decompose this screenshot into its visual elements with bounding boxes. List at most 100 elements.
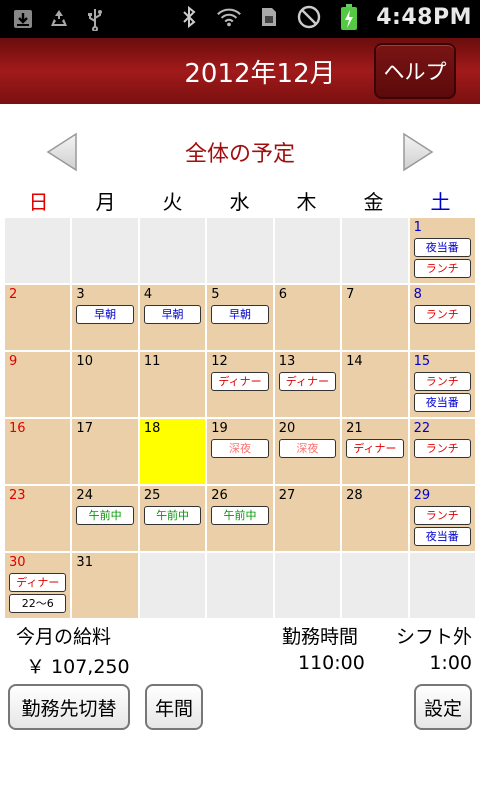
download-icon [10,6,36,32]
shift-badge: ランチ [413,372,471,391]
calendar-empty-cell [409,553,475,618]
day-number: 27 [278,488,296,503]
off-shift-label: シフト外 [395,626,472,648]
day-number: 13 [278,354,296,369]
calendar-day-cell[interactable]: 2 [5,285,71,350]
calendar-day-cell[interactable]: 23 [5,486,71,551]
day-number: 7 [346,287,355,302]
shift-badge: ランチ [413,259,471,278]
salary-value: ￥ 107,250 [26,656,130,678]
calendar-day-cell[interactable]: 5 早朝 [207,285,273,350]
calendar-day-cell[interactable]: 8 ランチ [409,285,475,350]
day-number: 10 [76,354,93,369]
weekday-thu: 木 [296,190,317,214]
day-number: 20 [278,421,296,436]
calendar-day-cell[interactable]: 3 早朝 [72,285,138,350]
calendar-day-cell[interactable]: 18 [139,419,206,484]
day-number: 8 [413,287,422,302]
calendar-empty-cell [207,553,273,618]
switch-workplace-button[interactable]: 勤務先切替 [8,684,130,730]
calendar-day-cell[interactable]: 16 [5,419,71,484]
day-number: 28 [346,488,363,503]
calendar-day-cell[interactable]: 11 [139,352,206,417]
day-number: 4 [143,287,153,302]
day-number: 15 [413,354,431,369]
calendar-day-cell[interactable]: 6 [274,285,341,350]
day-number: 23 [9,488,26,503]
day-number: 24 [76,488,93,503]
calendar-empty-cell [342,553,408,618]
calendar-day-cell[interactable]: 4 早朝 [139,285,206,350]
shift-badge: ランチ [413,439,471,458]
day-number: 19 [211,421,228,436]
calendar-day-cell[interactable]: 7 [342,285,408,350]
work-hours-value: 110:00 [298,652,365,674]
day-number: 12 [211,354,228,369]
shift-badge: ディナー [278,372,337,391]
shift-badge: 深夜 [278,439,337,458]
shift-badge: 22～6 [9,594,67,613]
day-number: 31 [76,555,93,570]
shift-badge: 夜当番 [413,238,471,257]
shift-badge: 午前中 [76,506,134,525]
app-header: 2012年12月 ヘルプ [0,38,480,104]
calendar-day-cell[interactable]: 9 [5,352,71,417]
calendar-day-cell[interactable]: 1 夜当番ランチ [409,218,475,283]
salary-label: 今月の給料 [16,626,112,648]
shift-badge: 午前中 [211,506,269,525]
shift-badge: 早朝 [143,305,202,324]
shift-badge: ディナー [211,372,269,391]
day-number: 29 [413,488,431,503]
calendar-day-cell[interactable]: 19 深夜 [207,419,273,484]
status-time: 4:48PM [376,4,472,30]
day-number: 26 [211,488,228,503]
help-button[interactable]: ヘルプ [374,43,456,99]
calendar-day-cell[interactable]: 10 [72,352,138,417]
work-hours-label: 勤務時間 [282,626,359,648]
settings-button[interactable]: 設定 [414,684,472,730]
calendar-day-cell[interactable]: 22 ランチ [409,419,475,484]
calendar-day-cell[interactable]: 12 ディナー [207,352,273,417]
month-navigation: 全体の予定 [0,110,480,190]
calendar-day-cell[interactable]: 31 [72,553,138,618]
next-month-button[interactable] [398,130,438,174]
calendar-empty-cell [342,218,408,283]
calendar-day-cell[interactable]: 28 [342,486,408,551]
status-bar-system: 4:48PM [176,4,472,30]
wifi-icon [216,4,242,30]
calendar-day-cell[interactable]: 29 ランチ 夜当番 [409,486,475,551]
calendar-day-cell[interactable]: 30 ディナー 22～6 [5,553,71,618]
day-number: 18 [143,421,161,436]
calendar-day-cell[interactable]: 13 ディナー [274,352,341,417]
monthly-summary: 今月の給料 ￥ 107,250 勤務時間 110:00 シフト外 1:00 [0,620,480,680]
day-number: 16 [9,421,26,436]
usb-icon [82,6,108,32]
day-number: 5 [211,287,220,302]
day-number: 21 [346,421,363,436]
calendar-day-cell[interactable]: 15 ランチ 夜当番 [409,352,475,417]
calendar-day-cell[interactable]: 14 [342,352,408,417]
shift-badge: ディナー [346,439,404,458]
calendar-day-cell[interactable]: 21 ディナー [342,419,408,484]
calendar-day-cell[interactable]: 27 [274,486,341,551]
day-number: 22 [413,421,431,436]
shift-badge: ランチ [413,506,471,525]
shift-badge: ランチ [413,305,471,324]
shift-badge: ディナー [9,573,67,592]
calendar-day-cell[interactable]: 25 午前中 [139,486,206,551]
weekday-tue: 火 [162,190,183,214]
day-number: 30 [9,555,26,570]
calendar-empty-cell [5,218,71,283]
calendar-empty-cell [274,553,341,618]
yearly-button[interactable]: 年間 [145,684,203,730]
calendar-day-cell[interactable]: 26 午前中 [207,486,273,551]
weekday-fri: 金 [363,190,384,214]
day-number: 17 [76,421,93,436]
day-number: 14 [346,354,363,369]
calendar-day-cell[interactable]: 24 午前中 [72,486,138,551]
calendar-day-cell[interactable]: 20 深夜 [274,419,341,484]
calendar-empty-cell [139,218,206,283]
calendar-day-cell[interactable]: 17 [72,419,138,484]
day-number: 9 [9,354,18,369]
day-number: 1 [413,220,422,235]
